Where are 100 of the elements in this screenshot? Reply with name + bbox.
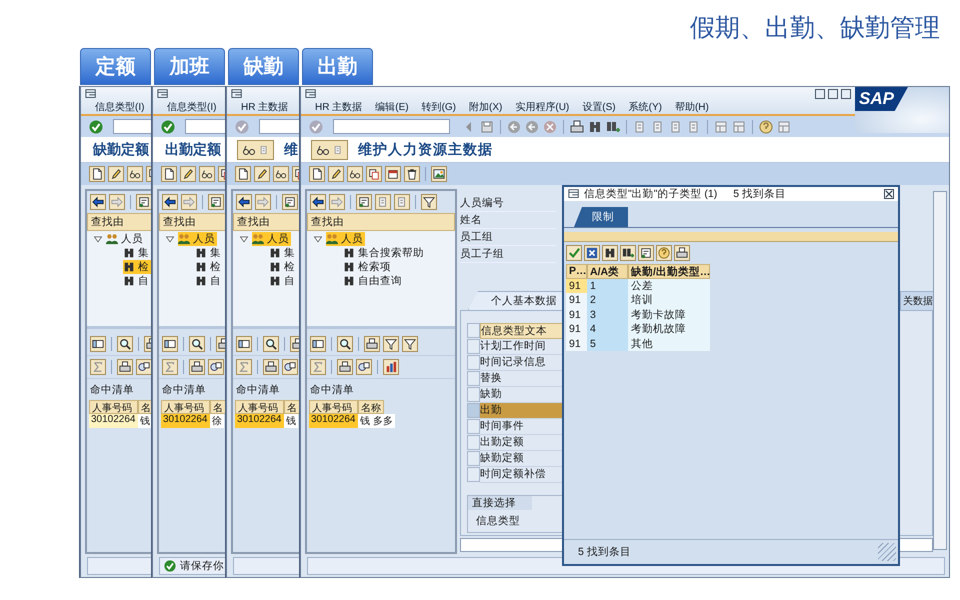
table-cell[interactable]: 91 (566, 336, 587, 351)
maximize-button[interactable] (828, 89, 838, 99)
toolbar-button[interactable] (674, 245, 690, 261)
tree-node[interactable]: 检 (269, 260, 297, 274)
toolbar-button[interactable] (385, 166, 401, 182)
tree-node[interactable]: 检 (195, 260, 223, 274)
layout-icon[interactable] (777, 120, 791, 134)
toolbar-button[interactable] (356, 194, 372, 210)
toolbar-button[interactable] (282, 359, 298, 375)
printer-icon[interactable] (570, 120, 584, 134)
tree-node[interactable]: 人员 (252, 232, 291, 246)
toolbar-button[interactable] (402, 336, 418, 352)
toolbar-button[interactable] (235, 166, 251, 182)
tree-node[interactable]: 自 (195, 274, 223, 288)
toolbar-button[interactable] (136, 359, 151, 375)
toolbar-button[interactable] (127, 166, 143, 182)
binoculars-icon[interactable] (606, 120, 620, 134)
caret-icon[interactable] (313, 234, 323, 244)
table-cell[interactable]: 30102264 (309, 414, 358, 428)
toolbar-button[interactable] (383, 336, 399, 352)
toolbar-button[interactable] (208, 359, 224, 375)
toolbar-button[interactable] (328, 166, 344, 182)
binoculars-icon[interactable] (588, 120, 602, 134)
menu-item[interactable]: 设置(S) (582, 100, 616, 114)
column-header[interactable]: A/A类 (587, 264, 628, 278)
toolbar-button[interactable] (117, 359, 133, 375)
toolbar-button[interactable] (161, 166, 177, 182)
table-cell[interactable]: 钱 (284, 414, 298, 428)
toolbar-button[interactable] (236, 336, 252, 352)
toolbar-button[interactable] (364, 336, 380, 352)
caret-icon[interactable] (93, 234, 103, 244)
tree-node[interactable]: 集合搜索帮助 (343, 246, 426, 260)
table-cell[interactable]: 2 (587, 293, 628, 308)
toolbar-button[interactable] (180, 166, 196, 182)
toolbar-button[interactable] (310, 336, 326, 352)
toolbar-button[interactable] (310, 194, 326, 210)
check-circle-icon[interactable] (309, 120, 323, 134)
menu-item[interactable]: 转到(G) (422, 100, 456, 114)
window-icon[interactable] (305, 88, 317, 100)
save-icon[interactable] (480, 120, 494, 134)
tree-node[interactable]: 检索项 (343, 260, 393, 274)
vertical-scrollbar[interactable] (933, 191, 947, 550)
toolbar-button[interactable] (189, 336, 205, 352)
menu-item[interactable]: 编辑(E) (375, 100, 409, 114)
toolbar-button[interactable] (584, 245, 600, 261)
table-cell[interactable]: 1 (587, 278, 628, 293)
window-icon[interactable] (85, 88, 97, 100)
tree-node[interactable]: 自 (123, 274, 151, 288)
table-cell[interactable]: 30102264 (235, 414, 284, 428)
table-cell[interactable]: 30102264 (161, 414, 210, 428)
toolbar-button[interactable] (356, 359, 372, 375)
table-cell[interactable]: 公差 (628, 278, 710, 293)
help-icon[interactable] (759, 120, 773, 134)
close-button[interactable] (841, 89, 851, 99)
table-cell[interactable]: 91 (566, 293, 587, 308)
toolbar-button[interactable] (337, 336, 353, 352)
table-cell[interactable]: 钱 多多 (358, 414, 395, 428)
table-cell[interactable]: 91 (566, 308, 587, 322)
tree-node[interactable]: 人员 (106, 232, 145, 246)
command-field[interactable] (333, 119, 450, 134)
tree-node[interactable]: 自 (269, 274, 297, 288)
toolbar-button[interactable] (347, 166, 363, 182)
table-cell[interactable]: 钱 (138, 414, 151, 428)
table-cell[interactable]: 5 (587, 336, 628, 351)
toolbar-button[interactable] (89, 166, 105, 182)
table-cell[interactable]: 徐 (210, 414, 224, 428)
table-cell[interactable]: 91 (566, 278, 587, 293)
table-cell[interactable]: 考勤卡故障 (628, 308, 710, 322)
check-circle-icon[interactable] (161, 120, 175, 134)
layout-icon[interactable] (732, 120, 746, 134)
toolbar-button[interactable] (404, 166, 420, 182)
table-cell[interactable]: 3 (587, 308, 628, 322)
toolbar-button[interactable] (117, 336, 133, 352)
caret-icon[interactable] (165, 234, 175, 244)
toolbar-button[interactable] (620, 245, 636, 261)
table-cell[interactable]: 30102264 (89, 414, 138, 428)
tree-node[interactable]: 集 (269, 246, 297, 260)
toolbar-button[interactable] (199, 166, 215, 182)
menu-item[interactable]: 实用程序(U) (515, 100, 570, 114)
toolbar-button[interactable] (311, 140, 348, 160)
check-circle-icon[interactable] (235, 120, 249, 134)
toolbar-button[interactable] (309, 166, 325, 182)
toolbar-button[interactable] (638, 245, 654, 261)
toolbar-button[interactable] (254, 166, 270, 182)
tree-node[interactable]: 人员 (178, 232, 217, 246)
window-icon[interactable] (231, 88, 243, 100)
caret-icon[interactable] (239, 234, 249, 244)
table-cell[interactable]: 其他 (628, 336, 710, 351)
toolbar-button[interactable] (366, 166, 382, 182)
toolbar-button[interactable] (263, 336, 279, 352)
menu-item[interactable]: HR 主数据 (315, 100, 362, 114)
tree-node[interactable]: 集 (123, 246, 151, 260)
toolbar-button[interactable] (208, 194, 224, 210)
tree-node[interactable]: 检 (123, 260, 151, 274)
column-header[interactable]: 缺勤/出勤类型… (628, 264, 710, 278)
toolbar-button[interactable] (263, 359, 279, 375)
layout-icon[interactable] (714, 120, 728, 134)
toolbar-button[interactable] (337, 359, 353, 375)
toolbar-button[interactable] (237, 140, 274, 160)
tab[interactable]: 限制 (574, 207, 628, 227)
